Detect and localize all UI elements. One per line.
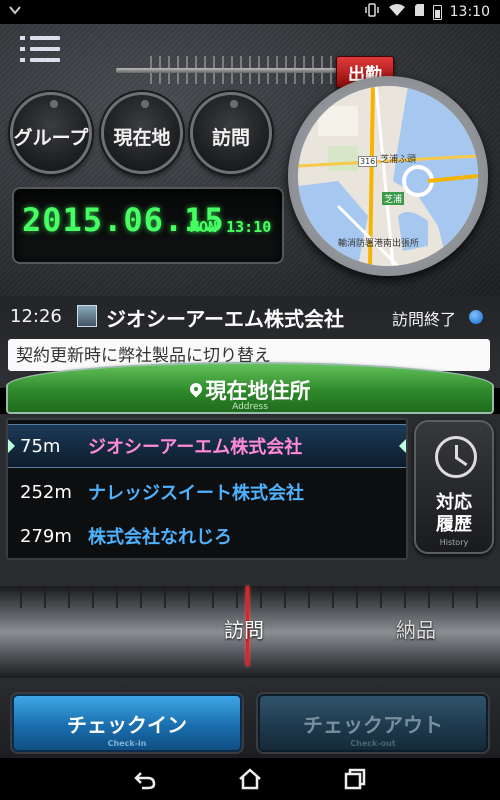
- list-item-distance: 252m: [20, 481, 72, 503]
- location-pin-icon: [190, 383, 202, 399]
- group-button-label: グループ: [13, 126, 89, 149]
- checkout-sublabel: Check-out: [350, 739, 396, 748]
- list-item-distance: 75m: [20, 435, 61, 457]
- list-item[interactable]: 279m 株式会社なれじろ: [8, 514, 406, 558]
- checkin-label: チェックイン: [67, 713, 187, 737]
- action-area: チェックイン Check-in チェックアウト Check-out: [0, 678, 500, 758]
- checkout-button[interactable]: チェックアウト Check-out: [258, 694, 488, 752]
- current-location-button[interactable]: 現在地: [101, 92, 183, 174]
- nearby-list: 75m ジオシーアーエム株式会社 252m ナレッジスイート株式会社 279m …: [6, 418, 408, 560]
- menu-icon[interactable]: [20, 34, 62, 64]
- selection-right-arrow-icon: [399, 439, 406, 453]
- attendance-slider-track[interactable]: [116, 68, 340, 73]
- home-icon[interactable]: [237, 766, 263, 792]
- status-bar: 13:10: [0, 0, 500, 24]
- visit-button[interactable]: 訪問: [190, 92, 272, 174]
- list-item[interactable]: 75m ジオシーアーエム株式会社: [8, 424, 406, 468]
- dial-current-label[interactable]: 訪問: [224, 614, 264, 643]
- clock-history-icon: [435, 436, 477, 478]
- visit-company[interactable]: ジオシーアーエム株式会社: [106, 303, 344, 332]
- list-item-distance: 279m: [20, 525, 72, 547]
- visit-time: 12:26: [10, 306, 62, 327]
- notification-arrow-icon: [8, 3, 22, 21]
- selection-left-arrow-icon: [8, 439, 15, 453]
- map-label: 芝浦ふ頭: [380, 155, 417, 165]
- list-item-name: ナレッジスイート株式会社: [88, 483, 304, 504]
- list-item[interactable]: 252m ナレッジスイート株式会社: [8, 470, 406, 514]
- wifi-icon: [388, 3, 406, 21]
- vibrate-icon: [364, 3, 380, 21]
- address-subtitle: Address: [232, 402, 268, 412]
- system-nav-bar: [0, 758, 500, 800]
- battery-icon: [432, 4, 442, 20]
- history-button[interactable]: 対応 履歴 History: [414, 420, 494, 554]
- address-bar[interactable]: 現在地住所 Address: [6, 362, 494, 414]
- history-label-1: 対応: [436, 492, 472, 513]
- visit-button-label: 訪問: [211, 126, 250, 149]
- map-bezel: 芝浦ふ頭 芝浦 316 輸消防署港南出張所: [288, 76, 488, 276]
- checkout-label: チェックアウト: [303, 713, 443, 737]
- status-time: 13:10: [449, 4, 490, 20]
- map-view[interactable]: 芝浦ふ頭 芝浦 316 輸消防署港南出張所: [298, 86, 478, 266]
- history-label-2: 履歴: [436, 514, 472, 535]
- list-item-name: 株式会社なれじろ: [88, 527, 232, 548]
- status-dot-icon: [469, 310, 483, 324]
- list-item-name: ジオシーアーエム株式会社: [88, 437, 303, 458]
- lcd-display: 2015.06.15 MON 13:10: [12, 187, 284, 264]
- sd-card-icon: [414, 3, 425, 21]
- map-label: 輸消防署港南出張所: [338, 239, 420, 249]
- dial-ticks: [20, 586, 480, 608]
- group-button[interactable]: グループ: [10, 92, 92, 174]
- map-label: 芝浦: [382, 192, 405, 205]
- activity-dial[interactable]: 訪問 納品: [0, 586, 500, 678]
- top-panel: 出勤 グループ 現在地 訪問 2015.06.15 MON 13:10 芝浦ふ頭…: [0, 24, 500, 296]
- visit-status: 訪問終了: [392, 310, 457, 329]
- checkin-sublabel: Check-in: [107, 739, 147, 748]
- current-location-button-label: 現在地: [113, 126, 171, 149]
- recent-apps-icon[interactable]: [342, 766, 368, 792]
- building-icon: [77, 305, 97, 327]
- history-subtitle: History: [439, 538, 469, 547]
- checkin-button[interactable]: チェックイン Check-in: [12, 694, 242, 752]
- dial-next-label[interactable]: 納品: [396, 614, 436, 643]
- map-label: 316: [358, 156, 378, 167]
- back-icon[interactable]: [132, 766, 158, 792]
- address-title: 現在地住所: [205, 379, 311, 403]
- lcd-day-time: MON 13:10: [190, 218, 272, 236]
